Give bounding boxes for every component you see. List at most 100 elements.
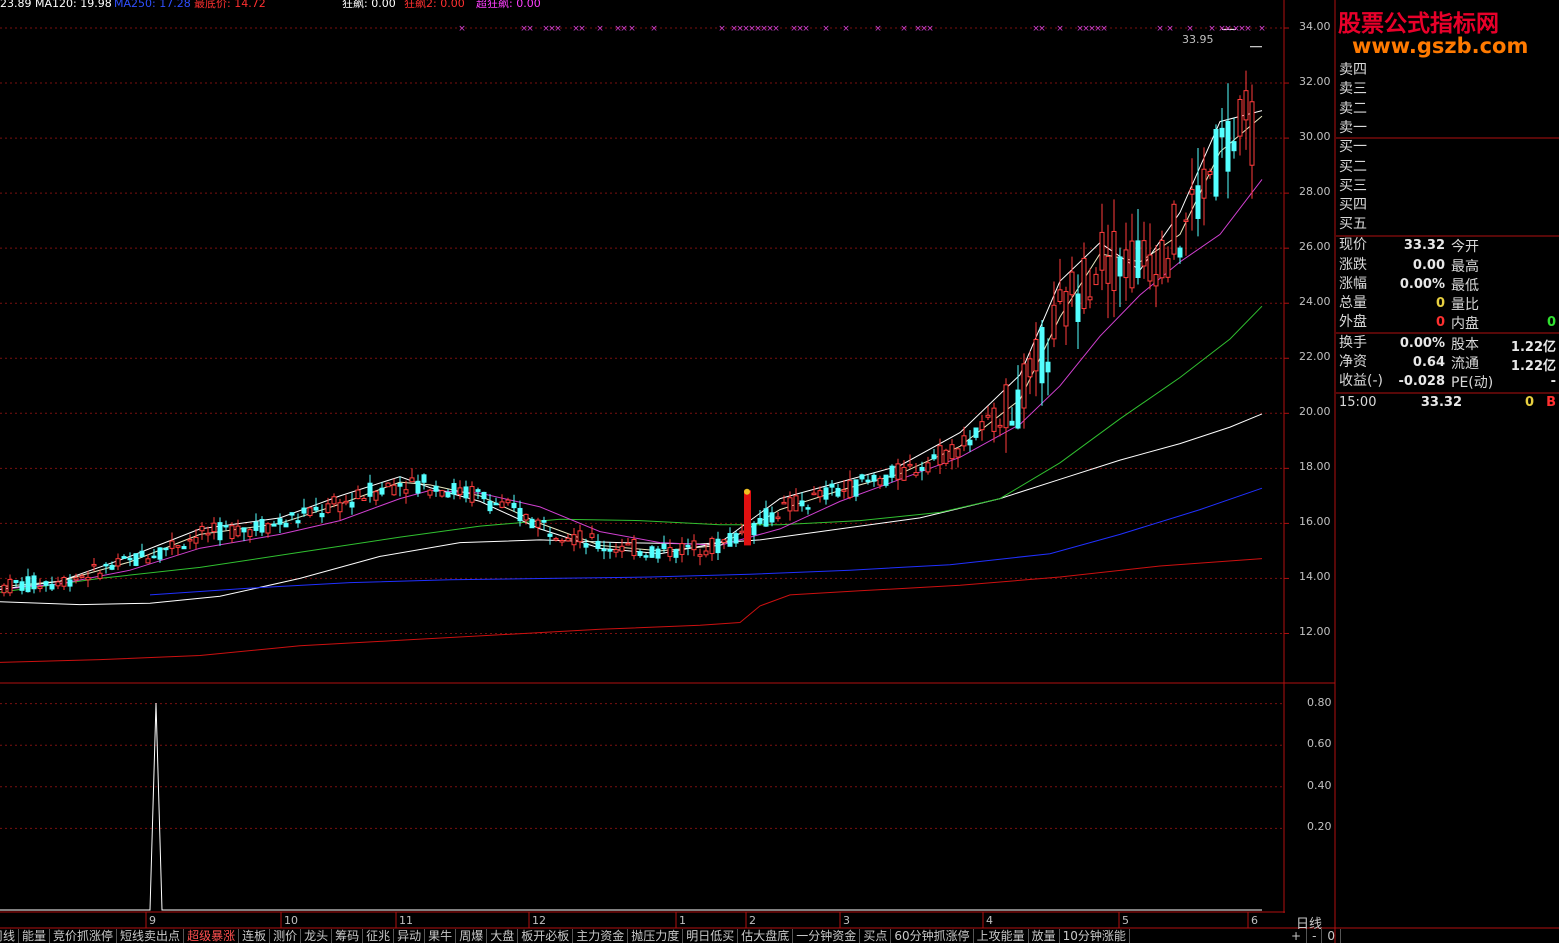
candle-body xyxy=(649,546,655,558)
candle-body xyxy=(781,501,787,505)
candle-body xyxy=(1177,247,1183,258)
candle-body xyxy=(247,529,253,537)
candle-body xyxy=(1231,141,1237,152)
candle-body xyxy=(277,518,283,525)
date-tick-label: 6 xyxy=(1251,914,1258,927)
order-book-level: 卖三 xyxy=(1339,81,1367,98)
indicator-tab[interactable]: 短线卖出点 xyxy=(117,929,185,943)
candle-body xyxy=(421,474,427,483)
candle-body xyxy=(433,485,439,492)
candle-body xyxy=(715,538,721,554)
candle-body xyxy=(985,414,991,418)
candle-body xyxy=(493,502,499,506)
signal-marker: × xyxy=(926,24,934,34)
candle-body xyxy=(373,491,379,501)
quote-value: -0.028 xyxy=(1398,374,1445,389)
candle-body xyxy=(1153,274,1159,287)
candle-body xyxy=(637,551,643,556)
candle-body xyxy=(529,518,535,529)
candle-body xyxy=(919,466,925,471)
indicator-tab[interactable]: 一分钟资金 xyxy=(793,929,861,943)
candle-body xyxy=(865,479,871,483)
quote-label-2: 最低 xyxy=(1451,278,1479,294)
quote-value: 0.64 xyxy=(1412,355,1445,370)
indicator-tab[interactable]: 大盘 xyxy=(487,929,519,943)
indicator-tab[interactable]: 筹码 xyxy=(332,929,364,943)
candle-body xyxy=(739,530,745,534)
candle-body xyxy=(1141,240,1147,267)
indicator-tab[interactable]: 60分钟抓涨停 xyxy=(891,929,974,943)
candle-body xyxy=(967,439,973,446)
indicator-tab[interactable]: 测价 xyxy=(270,929,302,943)
candle-body xyxy=(61,576,67,587)
candle-body xyxy=(91,563,97,567)
quote-label: 净资 xyxy=(1339,354,1367,370)
date-tick-label: 11 xyxy=(399,914,413,927)
tick-volume: 0 xyxy=(1524,395,1534,410)
indicator-tab[interactable]: 板开必板 xyxy=(518,929,574,943)
indicator-tab[interactable]: 连板 xyxy=(239,929,271,943)
candle-body xyxy=(859,474,865,480)
signal-marker: × xyxy=(874,24,882,34)
signal-marker: × xyxy=(1038,24,1046,34)
zoom-control[interactable]: + xyxy=(1286,929,1308,943)
header-item: 狂飙: 0.00 xyxy=(342,0,396,10)
candle-body xyxy=(541,520,547,523)
indicator-tab[interactable]: 上攻能量 xyxy=(974,929,1029,943)
candle-body xyxy=(1033,339,1039,372)
candle-body xyxy=(523,513,529,521)
indicator-tab[interactable]: 超级暴涨 xyxy=(184,929,240,943)
candle-body xyxy=(223,524,229,528)
indicator-tab[interactable]: 果牛 xyxy=(425,929,457,943)
quote-value-2: 0 xyxy=(1546,315,1556,330)
zoom-control[interactable]: - xyxy=(1307,929,1323,943)
zoom-control[interactable]: 0 xyxy=(1322,929,1342,943)
signal-marker: × xyxy=(1224,24,1232,34)
candle-body xyxy=(1189,189,1195,195)
candle-body xyxy=(1021,363,1027,409)
indicator-tab[interactable]: 主力资金 xyxy=(573,929,629,943)
indicator-tab[interactable]: 10分钟涨能 xyxy=(1060,929,1130,943)
indicator-tab[interactable]: 周爆 xyxy=(456,929,488,943)
indicator-tab[interactable]: 能量 xyxy=(19,929,51,943)
candle-body xyxy=(643,555,649,558)
indicator-tab-bar: 周线能量竞价抓涨停短线卖出点超级暴涨连板测价龙头筹码征兆异动果牛周爆大盘板开必板… xyxy=(0,929,1273,943)
candle-body xyxy=(349,501,355,508)
candle-body xyxy=(97,572,103,579)
candle-body xyxy=(907,463,913,467)
indicator-tab[interactable]: 买点 xyxy=(860,929,892,943)
indicator-tab[interactable]: 异动 xyxy=(394,929,426,943)
candle-body xyxy=(487,500,493,512)
signal-marker: × xyxy=(1156,24,1164,34)
candle-body xyxy=(115,558,121,567)
candle-body xyxy=(1207,171,1213,175)
candle-body xyxy=(337,502,343,513)
candle-body xyxy=(853,479,859,497)
candle-body xyxy=(1135,240,1141,279)
candle-body xyxy=(511,502,517,509)
candle-body xyxy=(997,424,1003,428)
candle-body xyxy=(271,523,277,527)
quote-label: 涨幅 xyxy=(1339,276,1367,292)
candle-body xyxy=(7,578,13,594)
indicator-tab[interactable]: 放量 xyxy=(1029,929,1060,943)
candle-body xyxy=(1015,389,1021,429)
indicator-tab[interactable]: 抛压力度 xyxy=(628,929,684,943)
candle-body xyxy=(589,533,595,538)
price-tick-label: 20.00 xyxy=(1299,405,1331,419)
indicator-tab[interactable]: 竞价抓涨停 xyxy=(50,929,118,943)
tick-price: 33.32 xyxy=(1420,395,1462,410)
candle-body xyxy=(1171,203,1177,255)
candle-body xyxy=(1237,99,1243,137)
candle-body xyxy=(703,550,709,556)
indicator-tab[interactable]: 龙头 xyxy=(301,929,333,943)
candle-body xyxy=(499,501,505,508)
indicator-tab[interactable]: 明日低买 xyxy=(683,929,739,943)
indicator-tab[interactable]: 估大盘底 xyxy=(738,929,794,943)
indicator-tab[interactable]: 周线 xyxy=(0,929,20,943)
candle-body xyxy=(727,533,733,547)
candle-body xyxy=(331,496,337,505)
candle-body xyxy=(1219,127,1225,138)
order-book-level: 卖一 xyxy=(1339,119,1367,136)
indicator-tab[interactable]: 征兆 xyxy=(363,929,395,943)
